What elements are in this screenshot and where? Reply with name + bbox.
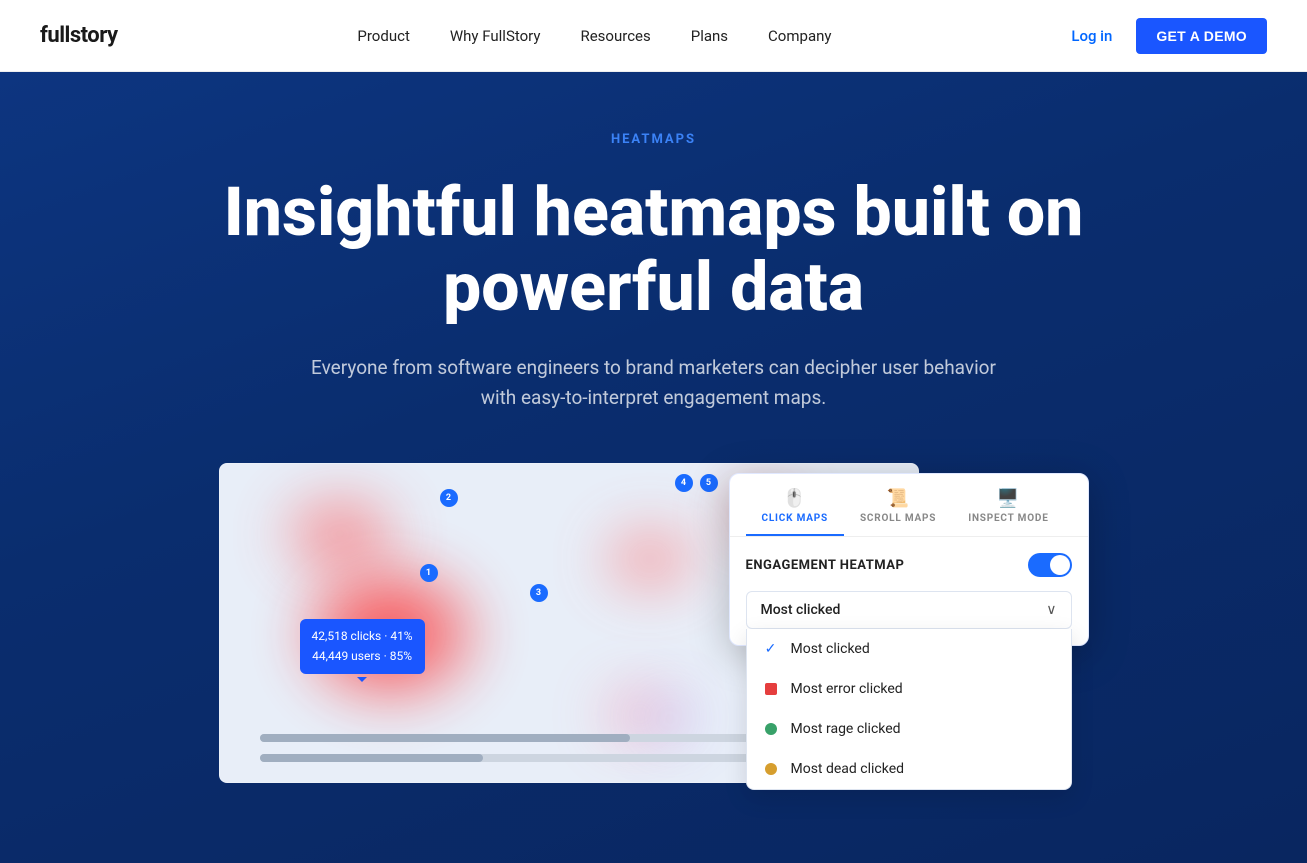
nav-link-resources[interactable]: Resources xyxy=(580,27,650,45)
engagement-label: ENGAGEMENT HEATMAP xyxy=(746,558,905,573)
tooltip-users: 44,449 users · 85% xyxy=(312,647,413,666)
dropdown-item-label-2: Most error clicked xyxy=(791,681,903,697)
hero-title: Insightful heatmaps built on powerful da… xyxy=(204,175,1104,325)
heatmap-dot-4: 4 xyxy=(675,474,693,492)
tab-scroll-maps-label: SCROLL MAPS xyxy=(860,513,936,524)
get-demo-button[interactable]: GET A DEMO xyxy=(1136,18,1267,54)
dropdown-item-most-clicked[interactable]: ✓ Most clicked xyxy=(747,629,1071,669)
inspect-mode-icon: 🖥️ xyxy=(997,488,1020,509)
tab-scroll-maps[interactable]: 📜 SCROLL MAPS xyxy=(844,474,952,536)
scroll-maps-icon: 📜 xyxy=(886,488,909,509)
heatmap-dot-1: 1 xyxy=(420,564,438,582)
navbar: fullstory Product Why FullStory Resource… xyxy=(0,0,1307,72)
tab-click-maps-label: CLICK MAPS xyxy=(762,513,828,524)
hero-subtitle: Everyone from software engineers to bran… xyxy=(304,353,1004,414)
nav-link-why[interactable]: Why FullStory xyxy=(450,27,541,45)
engagement-row: ENGAGEMENT HEATMAP xyxy=(746,553,1072,577)
dropdown-item-dead-clicked[interactable]: Most dead clicked xyxy=(747,749,1071,789)
heat-blob-1 xyxy=(280,494,400,574)
panel-body: ENGAGEMENT HEATMAP Most clicked ∨ xyxy=(730,537,1088,645)
rage-icon xyxy=(763,721,779,737)
panel-tabs: 🖱️ CLICK MAPS 📜 SCROLL MAPS 🖥️ INSPECT M… xyxy=(730,474,1088,537)
panel-dropdown-wrapper: Most clicked ∨ ✓ Most clicked xyxy=(746,591,1072,629)
login-link[interactable]: Log in xyxy=(1071,27,1112,45)
demo-illustration: 1 3 2 4 5 6 7 8 42,518 clicks · 41% 44,4… xyxy=(219,463,1089,803)
scroll-bar-fill xyxy=(260,734,631,742)
dropdown-item-label-4: Most dead clicked xyxy=(791,761,905,777)
heatmap-dot-3: 2 xyxy=(440,489,458,507)
chevron-down-icon: ∨ xyxy=(1046,602,1056,618)
dropdown-select[interactable]: Most clicked ∨ xyxy=(746,591,1072,629)
scroll-bar-2 xyxy=(260,754,818,762)
nav-link-company[interactable]: Company xyxy=(768,27,831,45)
dropdown-selected-value: Most clicked xyxy=(761,602,841,618)
logo[interactable]: fullstory xyxy=(40,23,118,48)
dropdown-item-error-clicked[interactable]: Most error clicked xyxy=(747,669,1071,709)
heatmap-tooltip: 42,518 clicks · 41% 44,449 users · 85% xyxy=(300,619,425,673)
nav-link-product[interactable]: Product xyxy=(357,27,409,45)
nav-link-plans[interactable]: Plans xyxy=(691,27,728,45)
heatmap-dot-2: 3 xyxy=(530,584,548,602)
dropdown-item-label-3: Most rage clicked xyxy=(791,721,901,737)
scroll-bar-fill-2 xyxy=(260,754,483,762)
tab-inspect-mode[interactable]: 🖥️ INSPECT MODE xyxy=(952,474,1064,536)
check-icon: ✓ xyxy=(763,641,779,657)
tab-inspect-mode-label: INSPECT MODE xyxy=(968,513,1048,524)
tab-click-maps[interactable]: 🖱️ CLICK MAPS xyxy=(746,474,844,536)
error-icon xyxy=(763,681,779,697)
tooltip-clicks: 42,518 clicks · 41% xyxy=(312,627,413,646)
heatmap-dot-5: 5 xyxy=(700,474,718,492)
engagement-toggle[interactable] xyxy=(1028,553,1072,577)
nav-right: Log in GET A DEMO xyxy=(1071,18,1267,54)
toggle-circle xyxy=(1050,555,1070,575)
heat-blob-3 xyxy=(600,524,700,594)
dropdown-menu: ✓ Most clicked Most error clicked xyxy=(746,629,1072,790)
hero-label: HEATMAPS xyxy=(611,132,696,147)
click-maps-icon: 🖱️ xyxy=(783,488,806,509)
ui-panel: 🖱️ CLICK MAPS 📜 SCROLL MAPS 🖥️ INSPECT M… xyxy=(729,473,1089,646)
nav-links: Product Why FullStory Resources Plans Co… xyxy=(357,27,831,45)
hero-section: HEATMAPS Insightful heatmaps built on po… xyxy=(0,72,1307,863)
dead-icon xyxy=(763,761,779,777)
dropdown-item-label-1: Most clicked xyxy=(791,641,870,657)
dropdown-item-rage-clicked[interactable]: Most rage clicked xyxy=(747,709,1071,749)
